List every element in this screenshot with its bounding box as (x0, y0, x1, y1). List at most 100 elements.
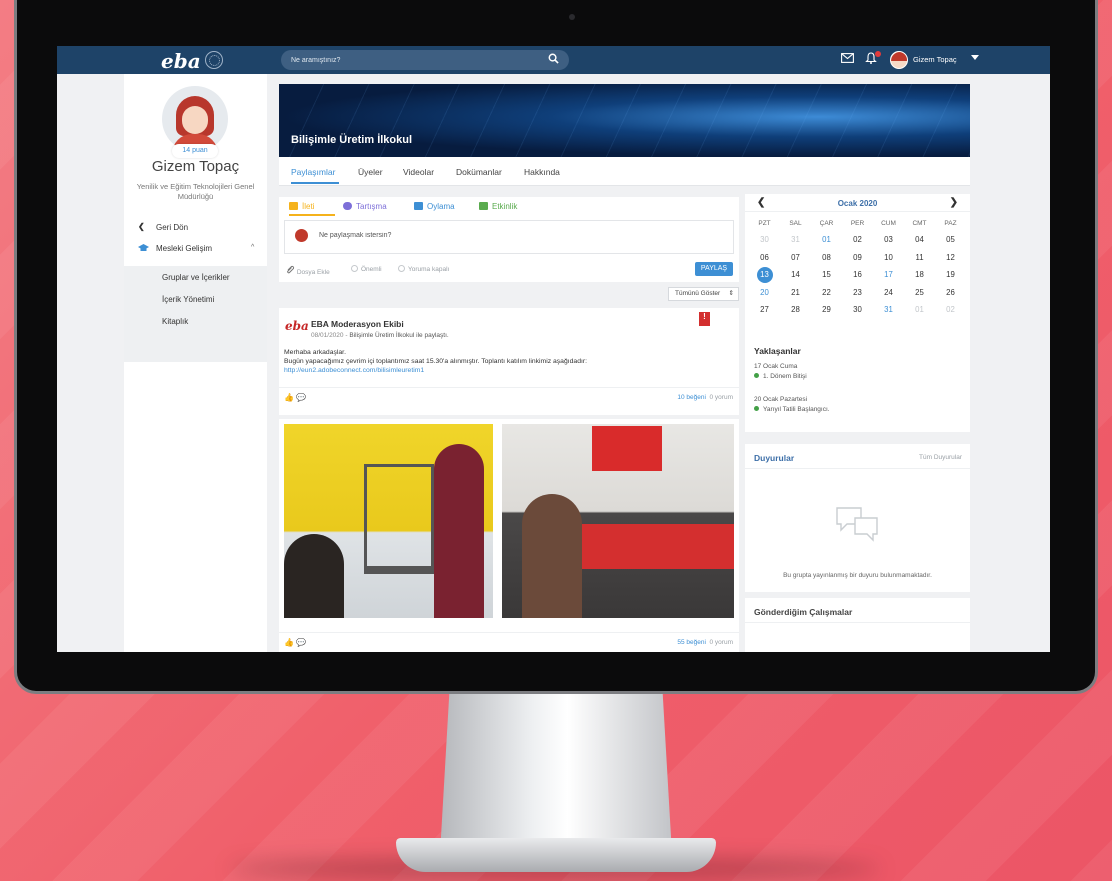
sidebar-item-content-management[interactable]: İçerik Yönetimi (162, 295, 214, 304)
search-box (281, 50, 569, 70)
comment-icon[interactable]: 💬 (296, 393, 306, 402)
post-composer: İleti Tartışma Oylama Etkinlik Dosya Ekl… (279, 197, 739, 282)
tab-paylasimlar[interactable]: Paylaşımlar (291, 167, 335, 177)
calendar-day[interactable]: 14 (780, 266, 811, 284)
search-input[interactable] (291, 50, 541, 70)
post-author[interactable]: EBA Moderasyon Ekibi (311, 319, 404, 329)
comment-icon[interactable]: 💬 (296, 638, 306, 647)
camera-icon (569, 14, 575, 20)
upcoming-event-2[interactable]: Yarıyıl Tatili Başlangıcı. (754, 406, 830, 413)
sidebar-section-mesleki[interactable]: Mesleki Gelişim (156, 244, 212, 253)
filter-select[interactable]: Tümünü Göster ⇕ (668, 287, 739, 301)
composer-tab-oylama[interactable]: Oylama (414, 202, 455, 211)
calendar-day[interactable]: 31 (873, 301, 904, 319)
calendar-day[interactable]: 26 (935, 284, 966, 302)
calendar-day[interactable]: 08 (811, 249, 842, 267)
calendar-day[interactable]: 07 (780, 249, 811, 267)
caret-down-icon[interactable] (971, 54, 979, 63)
composer-tab-etkinlik[interactable]: Etkinlik (479, 202, 517, 211)
profile-org: Yenilik ve Eğitim Teknolojileri Genel Mü… (136, 182, 255, 201)
mail-icon[interactable] (841, 53, 854, 66)
sidebar-item-groups[interactable]: Gruplar ve İçerikler (162, 273, 230, 282)
weekday-6: PAZ (944, 220, 957, 227)
calendar-day[interactable]: 01 (904, 301, 935, 319)
chevron-up-icon[interactable]: ^ (251, 244, 254, 251)
edit-icon (289, 202, 298, 210)
calendar-day[interactable]: 16 (842, 266, 873, 284)
composer-tab-tartisma[interactable]: Tartışma (343, 202, 387, 211)
calendar-day[interactable]: 28 (780, 301, 811, 319)
calendar-grid: PZT SAL ÇAR PER CUM CMT PAZ 30 31 01 02 03 04 05 06 07… (749, 216, 966, 319)
composer-input[interactable] (319, 228, 619, 242)
announcements-card: Duyurular Tüm Duyurular Bu grupta yayınl… (745, 444, 970, 592)
weekday-3: PER (850, 220, 865, 227)
calendar-day[interactable]: 31 (780, 231, 811, 249)
chevron-left-icon[interactable]: ❮ (138, 222, 145, 231)
calendar-day[interactable]: 13 (749, 266, 780, 284)
calendar-day[interactable]: 01 (811, 231, 842, 249)
calendar-day[interactable]: 24 (873, 284, 904, 302)
submitted-works-title: Gönderdiğim Çalışmalar (754, 607, 853, 617)
screen: eba Gizem Topaç 14 puan Gizem Topaç Yeni… (57, 46, 1050, 652)
calendar-day[interactable]: 18 (904, 266, 935, 284)
all-announcements-link[interactable]: Tüm Duyurular (919, 454, 962, 461)
tab-dokumanlar[interactable]: Dokümanlar (456, 167, 502, 177)
attach-button[interactable]: Dosya Ekle (286, 265, 330, 276)
eba-logo[interactable]: eba (161, 49, 201, 73)
post-link[interactable]: http://eun2.adobeconnect.com/bilisimleur… (284, 367, 424, 374)
like-icon[interactable]: 👍 (284, 638, 294, 647)
comments-closed-option[interactable]: Yoruma kapalı (398, 265, 449, 273)
user-avatar[interactable] (890, 51, 908, 69)
calendar-day[interactable]: 21 (780, 284, 811, 302)
calendar-day[interactable]: 19 (935, 266, 966, 284)
monitor-stand-base (396, 838, 716, 872)
weekday-1: SAL (789, 220, 802, 227)
calendar-day[interactable]: 27 (749, 301, 780, 319)
tab-uyeler[interactable]: Üyeler (358, 167, 383, 177)
user-name[interactable]: Gizem Topaç (913, 55, 957, 64)
profile-avatar (162, 86, 228, 152)
bookmark-flag-icon[interactable]: ! (699, 312, 710, 326)
calendar-day[interactable]: 05 (935, 231, 966, 249)
calendar-day[interactable]: 29 (811, 301, 842, 319)
group-title: Bilişimle Üretim İlkokul (291, 134, 413, 146)
calendar-day[interactable]: 09 (842, 249, 873, 267)
share-button[interactable]: PAYLAŞ (695, 262, 733, 276)
calendar-day[interactable]: 25 (904, 284, 935, 302)
tab-hakkinda[interactable]: Hakkında (524, 167, 560, 177)
sidebar-item-library[interactable]: Kitaplık (162, 317, 188, 326)
calendar-day[interactable]: 04 (904, 231, 935, 249)
back-link[interactable]: Geri Dön (156, 223, 188, 232)
calendar-day[interactable]: 17 (873, 266, 904, 284)
calendar-day[interactable]: 03 (873, 231, 904, 249)
announcements-title: Duyurular (754, 453, 795, 463)
weekday-4: CUM (881, 220, 896, 227)
post-meta: 08/01/2020 - Bilişimle Üretim İlkokul il… (311, 332, 449, 339)
important-option[interactable]: Önemli (351, 265, 382, 273)
calendar-day[interactable]: 11 (904, 249, 935, 267)
calendar-day[interactable]: 02 (842, 231, 873, 249)
calendar-month: Ocak 2020 (837, 199, 878, 208)
like-icon[interactable]: 👍 (284, 393, 294, 402)
post-photo-3d-printer[interactable] (284, 424, 493, 618)
calendar-day[interactable]: 02 (935, 301, 966, 319)
upcoming-event-1[interactable]: 1. Dönem Bitişi (754, 373, 807, 380)
composer-active-indicator (289, 214, 335, 216)
calendar-day[interactable]: 06 (749, 249, 780, 267)
post-actions: 👍 💬 (284, 393, 306, 402)
calendar-day[interactable]: 23 (842, 284, 873, 302)
calendar-day[interactable]: 15 (811, 266, 842, 284)
calendar-day[interactable]: 22 (811, 284, 842, 302)
calendar-day[interactable]: 12 (935, 249, 966, 267)
top-navbar: eba Gizem Topaç (57, 46, 1050, 74)
post-photo-classroom[interactable] (502, 424, 734, 618)
calendar-day[interactable]: 20 (749, 284, 780, 302)
calendar-day[interactable]: 30 (749, 231, 780, 249)
tab-videolar[interactable]: Videolar (403, 167, 434, 177)
calendar-day[interactable]: 10 (873, 249, 904, 267)
chevron-right-icon[interactable]: ❯ (950, 197, 958, 208)
calendar-day[interactable]: 30 (842, 301, 873, 319)
search-icon[interactable] (548, 53, 559, 67)
upcoming-title: Yaklaşanlar (754, 346, 801, 356)
composer-tab-ileti[interactable]: İleti (289, 202, 314, 211)
